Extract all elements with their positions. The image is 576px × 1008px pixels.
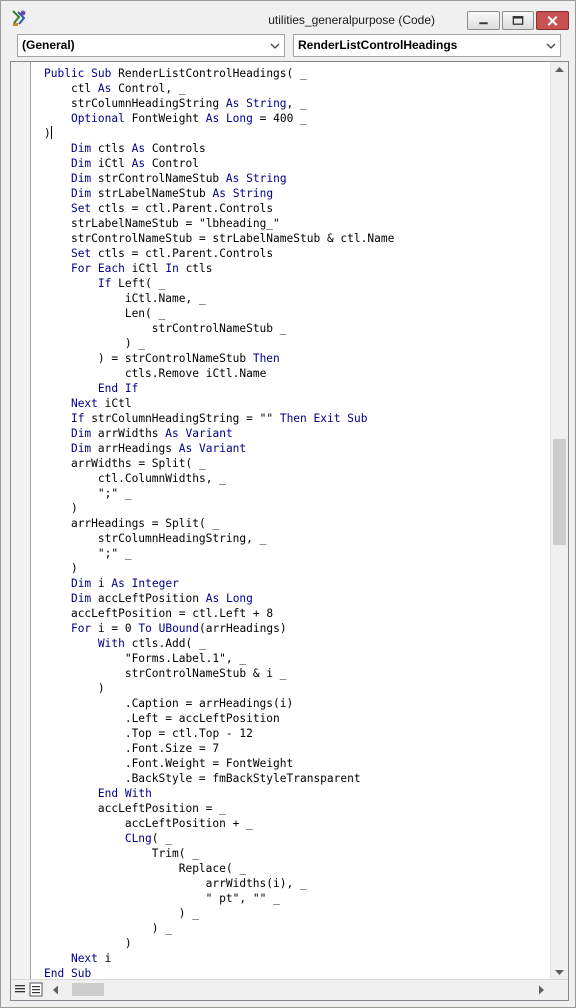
code-line[interactable]: strControlNameStub & i _ [44, 666, 394, 681]
code-line[interactable]: Next iCtl [44, 396, 394, 411]
code-line[interactable]: .Caption = arrHeadings(i) [44, 696, 394, 711]
close-icon [547, 15, 558, 26]
full-module-view-icon[interactable] [29, 982, 43, 997]
horizontal-scroll-thumb[interactable] [72, 983, 104, 996]
code-line[interactable]: Dim arrHeadings As Variant [44, 441, 394, 456]
code-line[interactable]: ) _ [44, 336, 394, 351]
title-bar[interactable]: utilities_generalpurpose (Code) [1, 1, 576, 33]
code-line[interactable]: ) = strControlNameStub Then [44, 351, 394, 366]
scroll-right-icon[interactable] [533, 982, 550, 998]
maximize-icon [512, 16, 524, 25]
code-line[interactable]: .Left = accLeftPosition [44, 711, 394, 726]
code-line[interactable]: strColumnHeadingString As String, _ [44, 96, 394, 111]
code-line[interactable]: ctls.Remove iCtl.Name [44, 366, 394, 381]
minimize-icon [479, 22, 488, 25]
code-line[interactable]: ) [44, 501, 394, 516]
object-combo-value: (General) [22, 38, 75, 52]
code-line[interactable]: Dim strControlNameStub As String [44, 171, 394, 186]
code-line[interactable]: strColumnHeadingString, _ [44, 531, 394, 546]
object-combo[interactable]: (General) [17, 34, 285, 57]
combo-bar: (General) RenderListControlHeadings [1, 34, 576, 58]
scroll-down-icon[interactable] [551, 964, 568, 980]
code-editor[interactable]: Public Sub RenderListControlHeadings( _ … [10, 61, 569, 1001]
code-line[interactable]: ) [44, 936, 394, 951]
code-line[interactable]: Dim arrWidths As Variant [44, 426, 394, 441]
horizontal-scrollbar[interactable] [47, 981, 550, 998]
code-line[interactable]: Public Sub RenderListControlHeadings( _ [44, 66, 394, 81]
editor-footer [11, 979, 568, 1000]
code-line[interactable]: CLng( _ [44, 831, 394, 846]
code-line[interactable]: accLeftPosition = ctl.Left + 8 [44, 606, 394, 621]
code-line[interactable]: strControlNameStub = strLabelNameStub & … [44, 231, 394, 246]
text-cursor [50, 126, 52, 139]
code-line[interactable]: ) _ [44, 906, 394, 921]
vertical-scrollbar[interactable] [550, 62, 568, 980]
code-line[interactable]: accLeftPosition + _ [44, 816, 394, 831]
code-line[interactable]: strControlNameStub _ [44, 321, 394, 336]
code-line[interactable]: If strColumnHeadingString = "" Then Exit… [44, 411, 394, 426]
vertical-scroll-thumb[interactable] [553, 439, 566, 545]
code-line[interactable]: Trim( _ [44, 846, 394, 861]
minimize-button[interactable] [467, 11, 500, 30]
window-title: utilities_generalpurpose (Code) [268, 13, 435, 27]
code-line[interactable]: Dim iCtl As Control [44, 156, 394, 171]
chevron-down-icon [270, 43, 280, 49]
code-line[interactable]: End If [44, 381, 394, 396]
code-line[interactable]: arrHeadings = Split( _ [44, 516, 394, 531]
code-line[interactable]: arrWidths = Split( _ [44, 456, 394, 471]
code-line[interactable]: " pt", "" _ [44, 891, 394, 906]
code-line[interactable]: Set ctls = ctl.Parent.Controls [44, 201, 394, 216]
code-line[interactable]: ) _ [44, 921, 394, 936]
code-line[interactable]: iCtl.Name, _ [44, 291, 394, 306]
scroll-up-icon[interactable] [551, 62, 568, 78]
code-line[interactable]: Dim accLeftPosition As Long [44, 591, 394, 606]
code-line[interactable]: Optional FontWeight As Long = 400 _ [44, 111, 394, 126]
code-line[interactable]: ctl As Control, _ [44, 81, 394, 96]
code-line[interactable]: ";" _ [44, 486, 394, 501]
code-line[interactable]: .Font.Weight = FontWeight [44, 756, 394, 771]
margin-indicator-bar[interactable] [11, 62, 31, 980]
code-line[interactable]: ) [44, 126, 394, 141]
code-line[interactable]: ";" _ [44, 546, 394, 561]
code-line[interactable]: arrWidths(i), _ [44, 876, 394, 891]
code-line[interactable]: strLabelNameStub = "lbheading_" [44, 216, 394, 231]
code-line[interactable]: For Each iCtl In ctls [44, 261, 394, 276]
code-line[interactable]: Len( _ [44, 306, 394, 321]
code-line[interactable]: .Top = ctl.Top - 12 [44, 726, 394, 741]
code-line[interactable]: ctl.ColumnWidths, _ [44, 471, 394, 486]
maximize-button[interactable] [502, 11, 534, 30]
scroll-left-icon[interactable] [47, 982, 64, 998]
code-line[interactable]: With ctls.Add( _ [44, 636, 394, 651]
code-line[interactable]: Next i [44, 951, 394, 966]
code-text[interactable]: Public Sub RenderListControlHeadings( _ … [44, 66, 394, 981]
code-line[interactable]: Dim strLabelNameStub As String [44, 186, 394, 201]
code-line[interactable]: If Left( _ [44, 276, 394, 291]
code-line[interactable]: ) [44, 561, 394, 576]
code-line[interactable]: Dim i As Integer [44, 576, 394, 591]
procedure-view-icon[interactable] [13, 982, 27, 997]
code-line[interactable]: .BackStyle = fmBackStyleTransparent [44, 771, 394, 786]
code-line[interactable]: End With [44, 786, 394, 801]
code-line[interactable]: Dim ctls As Controls [44, 141, 394, 156]
code-line[interactable]: ) [44, 681, 394, 696]
code-line[interactable]: accLeftPosition = _ [44, 801, 394, 816]
code-line[interactable]: For i = 0 To UBound(arrHeadings) [44, 621, 394, 636]
code-window: utilities_generalpurpose (Code) (General… [0, 0, 576, 1008]
procedure-combo[interactable]: RenderListControlHeadings [293, 34, 561, 57]
procedure-combo-value: RenderListControlHeadings [298, 38, 458, 52]
code-line[interactable]: .Font.Size = 7 [44, 741, 394, 756]
code-line[interactable]: Replace( _ [44, 861, 394, 876]
code-line[interactable]: Set ctls = ctl.Parent.Controls [44, 246, 394, 261]
close-button[interactable] [536, 11, 569, 30]
chevron-down-icon [546, 43, 556, 49]
code-line[interactable]: "Forms.Label.1", _ [44, 651, 394, 666]
